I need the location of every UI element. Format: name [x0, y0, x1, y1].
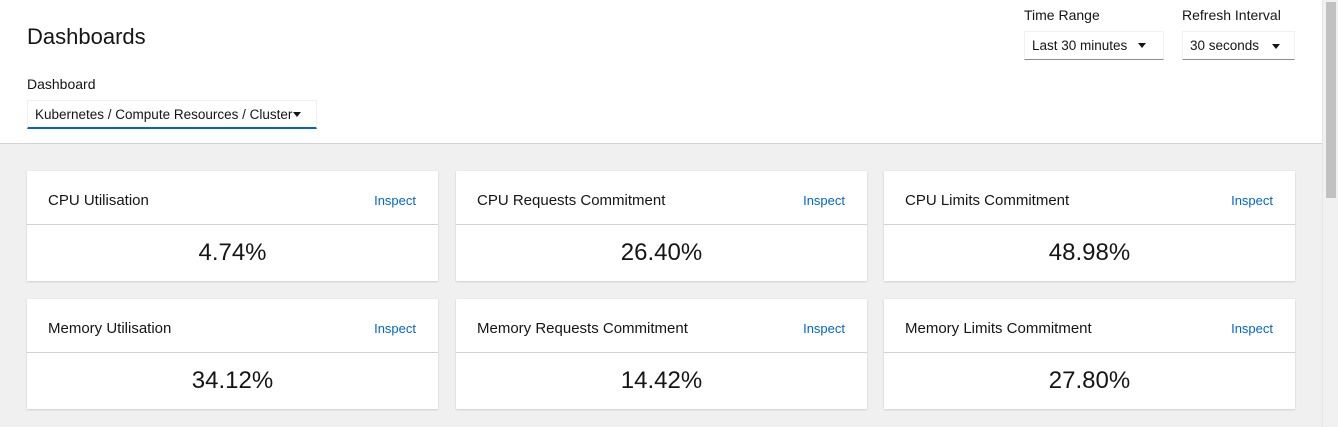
card-title: Memory Utilisation [48, 320, 172, 337]
card-value: 14.42% [620, 367, 703, 394]
refresh-interval-value: 30 seconds [1190, 38, 1260, 53]
card-title: CPU Limits Commitment [905, 192, 1070, 209]
card-header: Memory Requests Commitment Inspect [456, 299, 867, 353]
card-header: CPU Requests Commitment Inspect [456, 171, 867, 225]
card-title: CPU Utilisation [48, 192, 149, 209]
card-value: 26.40% [620, 239, 703, 266]
dashboard-label: Dashboard [27, 76, 96, 92]
time-range-value: Last 30 minutes [1032, 38, 1128, 53]
card-title: Memory Limits Commitment [905, 320, 1092, 337]
card-cpu-utilisation: CPU Utilisation Inspect 4.74% [27, 171, 438, 281]
page-header: Dashboards Dashboard Kubernetes / Comput… [0, 0, 1322, 144]
card-value: 27.80% [1048, 367, 1131, 394]
card-memory-limits-commitment: Memory Limits Commitment Inspect 27.80% [884, 299, 1295, 409]
refresh-interval-select[interactable]: 30 seconds [1182, 31, 1295, 60]
inspect-link[interactable]: Inspect [374, 193, 416, 208]
card-title: Memory Requests Commitment [477, 320, 688, 337]
scrollbar-thumb[interactable] [1326, 2, 1336, 198]
card-header: CPU Utilisation Inspect [27, 171, 438, 225]
card-title: CPU Requests Commitment [477, 192, 666, 209]
card-memory-utilisation: Memory Utilisation Inspect 34.12% [27, 299, 438, 409]
dashboard-select[interactable]: Kubernetes / Compute Resources / Cluster [27, 100, 317, 129]
card-cpu-limits-commitment: CPU Limits Commitment Inspect 48.98% [884, 171, 1295, 281]
time-range-select[interactable]: Last 30 minutes [1024, 31, 1164, 60]
caret-down-icon [293, 112, 301, 117]
caret-down-icon [1272, 44, 1280, 49]
inspect-link[interactable]: Inspect [1231, 193, 1273, 208]
card-header: Memory Limits Commitment Inspect [884, 299, 1295, 353]
refresh-interval-label: Refresh Interval [1182, 7, 1281, 23]
inspect-link[interactable]: Inspect [803, 193, 845, 208]
inspect-link[interactable]: Inspect [1231, 321, 1273, 336]
card-memory-requests-commitment: Memory Requests Commitment Inspect 14.42… [456, 299, 867, 409]
card-header: CPU Limits Commitment Inspect [884, 171, 1295, 225]
card-cpu-requests-commitment: CPU Requests Commitment Inspect 26.40% [456, 171, 867, 281]
dashboard-select-value: Kubernetes / Compute Resources / Cluster [35, 107, 293, 122]
card-value: 4.74% [198, 239, 267, 266]
inspect-link[interactable]: Inspect [374, 321, 416, 336]
vertical-scrollbar[interactable] [1322, 0, 1338, 427]
caret-down-icon [1138, 43, 1146, 48]
card-value: 34.12% [191, 367, 274, 394]
time-range-label: Time Range [1024, 7, 1100, 23]
inspect-link[interactable]: Inspect [803, 321, 845, 336]
card-header: Memory Utilisation Inspect [27, 299, 438, 353]
page-title: Dashboards [27, 24, 146, 49]
card-value: 48.98% [1048, 239, 1131, 266]
